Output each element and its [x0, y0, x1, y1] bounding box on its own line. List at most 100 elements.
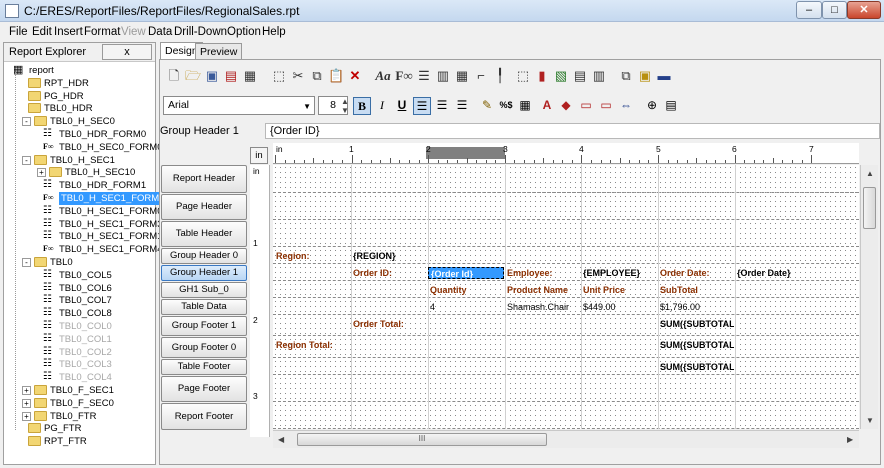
tree-item-label[interactable]: TBL0_F_SEC1	[50, 384, 114, 397]
menu-help[interactable]: Help	[262, 26, 286, 38]
group-icon[interactable]: ▣	[637, 68, 653, 84]
order-total-label[interactable]: Order Total:	[351, 318, 427, 330]
scroll-left-icon[interactable]: ◀	[278, 435, 284, 444]
font-select[interactable]: Arial ▼	[163, 96, 315, 115]
order-date-field[interactable]: {Order Date}	[735, 267, 811, 279]
close-button[interactable]: ✕	[847, 1, 881, 19]
tree-item-label[interactable]: TBL0_COL5	[59, 269, 112, 282]
vertical-scrollbar[interactable]: ▲ ▼	[860, 165, 878, 429]
band-report-footer[interactable]	[273, 403, 859, 429]
tree-item-label[interactable]: RPT_FTR	[44, 435, 87, 448]
subtotal-header[interactable]: SubTotal	[658, 284, 734, 296]
section-report-footer-button[interactable]: Report Footer	[161, 403, 247, 430]
product-name-value[interactable]: Shamash.Chair	[505, 301, 580, 313]
tree-item-label[interactable]: TBL0_COL1	[59, 333, 112, 346]
menu-drill-down[interactable]: Drill-Down	[174, 26, 227, 38]
grand-total-field[interactable]: SUM({SUBTOTAL	[658, 361, 734, 373]
underline-button[interactable]: U	[393, 97, 411, 115]
menu-insert[interactable]: Insert	[54, 26, 83, 38]
tree-item-label[interactable]: TBL0_F_SEC0	[50, 397, 114, 410]
minimize-button[interactable]: –	[796, 1, 822, 19]
calculator-icon[interactable]: ▦	[516, 97, 534, 115]
section-table-header-button[interactable]: Table Header	[161, 221, 247, 247]
section-page-footer-button[interactable]: Page Footer	[161, 376, 247, 402]
section-table-footer-button[interactable]: Table Footer	[161, 359, 247, 375]
employee-label[interactable]: Employee:	[505, 267, 580, 279]
grid-icon[interactable]: ▦	[454, 68, 470, 84]
unit-price-value[interactable]: $449.00	[581, 301, 657, 313]
section-group-header-1-button[interactable]: Group Header 1	[161, 265, 247, 281]
band-page-footer[interactable]	[273, 376, 859, 402]
tree-item-label[interactable]: TBL0_HDR_FORM1	[59, 179, 146, 192]
scroll-right-icon[interactable]: ▶	[847, 435, 853, 444]
property-value-field[interactable]: {Order ID}	[265, 123, 880, 139]
maximize-button[interactable]: □	[822, 1, 847, 19]
tree-item-label[interactable]: TBL0_H_SEC1	[50, 154, 115, 167]
align-left-icon[interactable]: ☰	[413, 97, 431, 115]
fill-color-icon[interactable]: ◆	[557, 97, 575, 115]
region-field[interactable]: {REGION}	[351, 250, 427, 262]
scroll-up-icon[interactable]: ▲	[866, 169, 874, 178]
border-color-icon[interactable]: ▭	[597, 97, 615, 115]
rect-icon[interactable]: ⬚	[515, 68, 531, 84]
italic-button[interactable]: I	[373, 97, 391, 115]
save-icon[interactable]: ▣	[204, 68, 220, 84]
section-group-footer-1-button[interactable]: Group Footer 1	[161, 316, 247, 336]
menu-view[interactable]: View	[121, 26, 146, 38]
select-icon[interactable]: ⬚	[271, 68, 287, 84]
tree-item-label[interactable]: TBL0_COL3	[59, 358, 112, 371]
region-label[interactable]: Region:	[274, 250, 350, 262]
line-icon[interactable]: ⌐	[473, 68, 489, 84]
product-name-header[interactable]: Product Name	[505, 284, 580, 296]
band-table-header[interactable]	[273, 221, 859, 247]
pen-icon[interactable]: ✎	[478, 97, 496, 115]
section-gh1-sub-0-button[interactable]: GH1 Sub_0	[161, 282, 247, 298]
field-icon[interactable]: ☰	[416, 68, 432, 84]
vline-icon[interactable]: ╿	[492, 68, 508, 84]
band-group-footer-0[interactable]	[273, 337, 859, 358]
barcode-icon[interactable]: ▥	[591, 68, 607, 84]
tree-item-label[interactable]: TBL0_FTR	[50, 410, 96, 423]
expand-icon[interactable]: +	[22, 411, 31, 421]
preview-icon[interactable]: ▬	[656, 68, 672, 84]
export-icon[interactable]: ▤	[223, 68, 239, 84]
order-date-label[interactable]: Order Date:	[658, 267, 734, 279]
delete-icon[interactable]: ✕	[347, 68, 363, 84]
menu-option[interactable]: Option	[227, 26, 261, 38]
size-down-icon[interactable]: ▼	[341, 106, 349, 115]
table-icon[interactable]: ▥	[435, 68, 451, 84]
tree-item-label[interactable]: RPT_HDR	[44, 77, 89, 90]
chart-icon[interactable]: ▮	[534, 68, 550, 84]
tree-item-label[interactable]: TBL0_COL0	[59, 320, 112, 333]
expand-icon[interactable]: +	[37, 168, 46, 178]
tree-item-label[interactable]: PG_FTR	[44, 422, 81, 435]
tree-item-label[interactable]: TBL0_HDR_FORM0	[59, 128, 146, 141]
order-total-field[interactable]: SUM({SUBTOTAL	[658, 318, 734, 330]
quantity-value[interactable]: 4	[428, 301, 504, 313]
section-table-data-button[interactable]: Table Data	[161, 299, 247, 315]
label-icon[interactable]: Aa	[373, 68, 393, 84]
lock-icon[interactable]: ⊕	[643, 97, 661, 115]
employee-field[interactable]: {EMPLOYEE}	[581, 267, 657, 279]
align-right-icon[interactable]: ☰	[453, 97, 471, 115]
open-icon[interactable]: 🗁	[185, 68, 201, 84]
tree-item-label[interactable]: TBL0_COL6	[59, 282, 112, 295]
size-up-icon[interactable]: ▲	[341, 97, 349, 106]
tree-item-label[interactable]: TBL0_H_SEC1_FORM1	[59, 230, 162, 243]
tree-item-label[interactable]: TBL0_COL8	[59, 307, 112, 320]
formula-icon[interactable]: F∞	[395, 68, 413, 84]
menu-data[interactable]: Data	[148, 26, 172, 38]
quantity-header[interactable]: Quantity	[428, 284, 504, 296]
tree-item-label[interactable]: TBL0_COL2	[59, 346, 112, 359]
bold-button[interactable]: B	[353, 97, 371, 115]
expand-icon[interactable]: +	[22, 386, 31, 395]
tree-item-label[interactable]: TBL0_H_SEC0	[50, 115, 115, 128]
scroll-down-icon[interactable]: ▼	[866, 416, 874, 425]
tree-item-label[interactable]: TBL0_COL7	[59, 294, 112, 307]
tree-item-label[interactable]: TBL0	[50, 256, 73, 269]
border-icon[interactable]: ▭	[577, 97, 595, 115]
font-color-icon[interactable]: A	[538, 97, 556, 115]
paste-icon[interactable]: 📋	[328, 68, 344, 84]
subtotal-value[interactable]: $1,796.00	[658, 301, 734, 313]
band-report-header[interactable]	[273, 165, 859, 193]
